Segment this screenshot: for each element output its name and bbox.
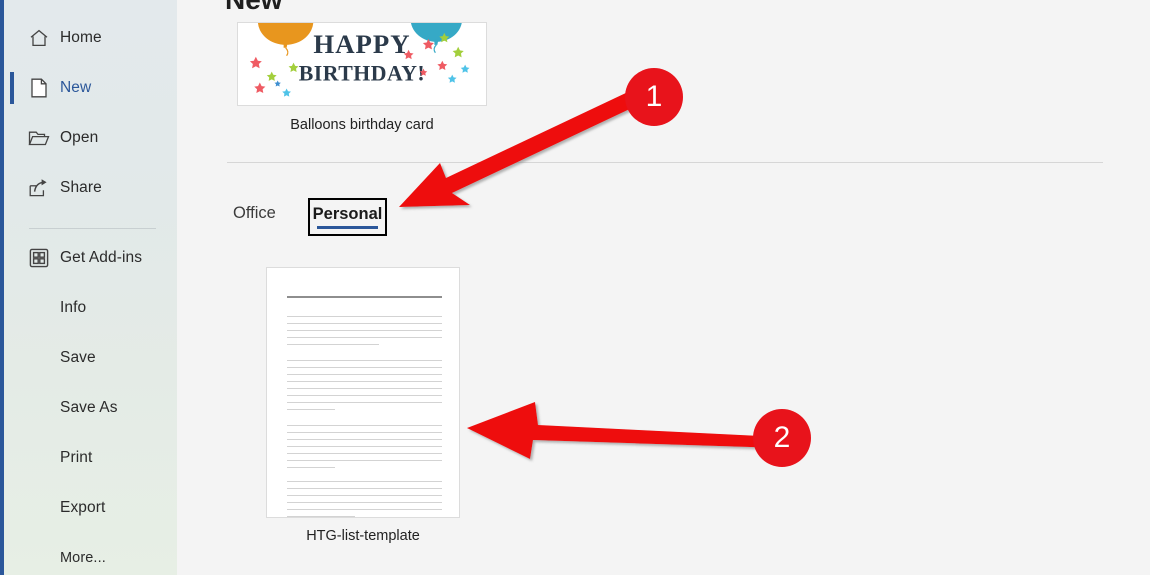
sidebar-item-label: Get Add-ins [60,249,143,266]
section-divider [227,162,1103,163]
svg-text:HAPPY: HAPPY [313,29,410,59]
share-icon [26,175,52,201]
annotation-marker-1: 1 [625,68,683,126]
sidebar-item-info[interactable]: Info [4,288,177,328]
sidebar-item-label: New [60,79,92,96]
template-card-htg-list-template[interactable] [266,267,460,518]
tab-selected-underline [317,226,378,229]
sidebar-item-label: Save [60,349,96,366]
tab-office[interactable]: Office [233,204,276,223]
sidebar-item-new[interactable]: New [4,68,177,108]
sidebar-item-label: Home [60,29,102,46]
selection-indicator [10,72,14,104]
sidebar-item-save[interactable]: Save [4,338,177,378]
folder-icon [26,125,52,151]
sidebar-item-open[interactable]: Open [4,118,177,158]
sidebar-item-label: Print [60,449,93,466]
template-card-balloons-birthday[interactable]: HAPPY BIRTHDAY! [237,22,487,106]
sidebar: Home New Open Share Get Add-ins Info Sav… [0,0,177,575]
sidebar-item-home[interactable]: Home [4,18,177,58]
word-backstage-new-screen: Home New Open Share Get Add-ins Info Sav… [0,0,1150,575]
sidebar-item-label: Save As [60,399,118,416]
sidebar-item-print[interactable]: Print [4,438,177,478]
sidebar-item-label: More... [60,550,106,566]
template-card-label: Balloons birthday card [290,117,434,133]
tab-personal-label: Personal [312,205,383,223]
sidebar-item-get-add-ins[interactable]: Get Add-ins [4,238,177,278]
template-card-label: HTG-list-template [306,528,420,544]
sidebar-item-save-as[interactable]: Save As [4,388,177,428]
balloons-birthday-art: HAPPY BIRTHDAY! [238,23,486,105]
sidebar-item-more[interactable]: More... [4,538,177,575]
svg-text:BIRTHDAY!: BIRTHDAY! [299,62,425,86]
add-ins-icon [26,245,52,271]
sidebar-item-label: Info [60,299,87,316]
page-title: New [225,0,283,16]
sidebar-item-label: Open [60,129,99,146]
page-icon [26,75,52,101]
sidebar-item-label: Export [60,499,106,516]
document-preview [267,268,459,517]
sidebar-item-share[interactable]: Share [4,168,177,208]
sidebar-divider [29,228,156,229]
tab-personal[interactable]: Personal [308,198,387,236]
sidebar-item-label: Share [60,179,102,196]
annotation-marker-2: 2 [753,409,811,467]
home-icon [26,25,52,51]
sidebar-item-export[interactable]: Export [4,488,177,528]
